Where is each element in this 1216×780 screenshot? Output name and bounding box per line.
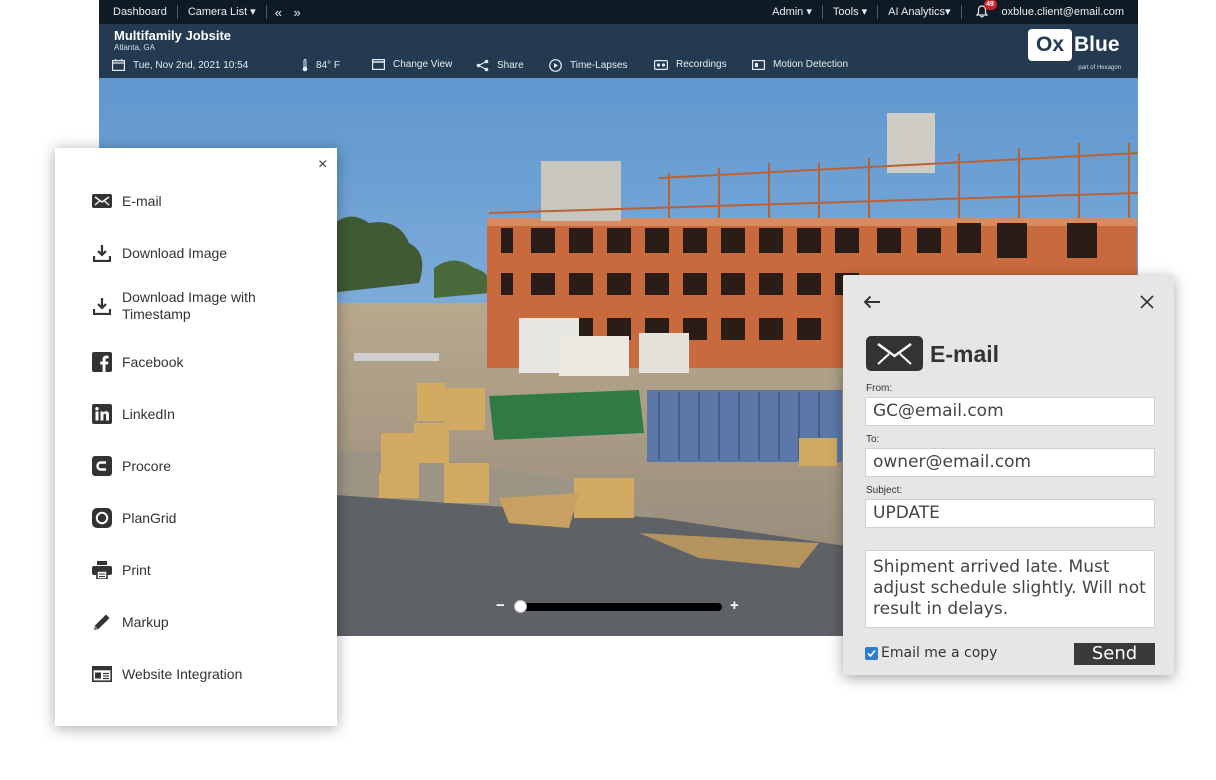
- nav-dashboard-link[interactable]: Dashboard: [99, 5, 178, 19]
- facebook-icon: [91, 351, 113, 373]
- share-label: Share: [497, 60, 524, 71]
- share-markup-item[interactable]: Markup: [91, 611, 311, 633]
- share-procore-item[interactable]: Procore: [91, 455, 311, 477]
- logo-blue-text: Blue: [1074, 33, 1120, 56]
- datetime-label: Tue, Nov 2nd, 2021 10:54: [133, 59, 249, 71]
- share-plangrid-item[interactable]: PlanGrid: [91, 507, 311, 529]
- share-facebook-item[interactable]: Facebook: [91, 351, 311, 373]
- notifications-button[interactable]: 49: [974, 0, 997, 19]
- linkedin-icon: [91, 403, 113, 425]
- zoom-in-button[interactable]: +: [730, 597, 739, 614]
- window-icon: [372, 59, 385, 70]
- share-procore-label: Procore: [122, 457, 172, 474]
- share-menu-close-button[interactable]: ×: [318, 156, 327, 174]
- nav-ai-analytics-dropdown[interactable]: AI Analytics▾: [878, 5, 962, 19]
- change-view-button[interactable]: Change View: [372, 59, 452, 70]
- thermometer-icon: [302, 59, 308, 72]
- close-icon: [1140, 295, 1154, 309]
- share-button[interactable]: Share: [476, 59, 524, 72]
- to-field[interactable]: owner@email.com: [865, 448, 1155, 477]
- download-icon: [91, 295, 113, 317]
- oxblue-logo: Ox Blue: [1028, 29, 1124, 63]
- email-dialog: E-mail From: GC@email.com To: owner@emai…: [843, 275, 1174, 675]
- pencil-icon: [91, 611, 113, 633]
- recording-icon: [654, 59, 668, 70]
- website-icon: [91, 663, 113, 685]
- checkmark-icon: [867, 649, 876, 658]
- time-lapses-button[interactable]: Time-Lapses: [549, 59, 627, 72]
- printer-icon: [91, 559, 113, 581]
- notification-count-badge: 49: [983, 0, 997, 10]
- play-circle-icon: [549, 59, 562, 72]
- share-download-timestamp-label: Download Image with Timestamp: [122, 289, 256, 322]
- to-label: To:: [866, 434, 880, 445]
- email-copy-checkbox[interactable]: [865, 647, 878, 660]
- nav-tools-dropdown[interactable]: Tools ▾: [823, 5, 879, 19]
- share-icon: [476, 59, 489, 72]
- change-view-label: Change View: [393, 59, 453, 70]
- share-download-image-item[interactable]: Download Image: [91, 242, 311, 264]
- procore-icon: [91, 455, 113, 477]
- temperature-label: 84° F: [316, 60, 341, 71]
- from-field[interactable]: GC@email.com: [865, 397, 1155, 426]
- user-account-menu[interactable]: oxblue.client@email.com: [1002, 5, 1138, 19]
- zoom-slider-track[interactable]: [518, 603, 722, 611]
- share-website-integration-item[interactable]: Website Integration: [91, 663, 311, 685]
- nav-camera-list-dropdown[interactable]: Camera List ▾: [178, 5, 267, 19]
- motion-detection-label: Motion Detection: [773, 59, 849, 70]
- share-download-image-label: Download Image: [122, 244, 228, 261]
- share-email-label: E-mail: [122, 192, 162, 209]
- arrow-left-icon: [863, 295, 880, 309]
- logo-ox-text: Ox: [1028, 29, 1072, 61]
- envelope-icon: [866, 336, 923, 371]
- subject-label: Subject:: [866, 485, 903, 496]
- email-dialog-close-button[interactable]: [1140, 295, 1154, 314]
- motion-detection-icon: [752, 59, 765, 70]
- zoom-out-button[interactable]: −: [496, 597, 505, 614]
- share-linkedin-label: LinkedIn: [122, 405, 175, 422]
- top-nav-bar: Dashboard Camera List ▾ « » Admin ▾ Tool…: [99, 0, 1138, 24]
- share-website-integration-label: Website Integration: [122, 665, 243, 682]
- share-print-label: Print: [122, 561, 151, 578]
- calendar-icon: [112, 59, 125, 71]
- message-textarea[interactable]: Shipment arrived late. Must adjust sched…: [865, 550, 1155, 628]
- zoom-slider-handle[interactable]: [514, 600, 527, 613]
- share-email-item[interactable]: E-mail: [91, 190, 311, 212]
- temperature-readout: 84° F: [302, 59, 340, 72]
- site-title: Multifamily Jobsite: [114, 28, 232, 43]
- envelope-icon: [91, 190, 113, 212]
- nav-admin-dropdown[interactable]: Admin ▾: [762, 5, 823, 19]
- share-facebook-label: Facebook: [122, 353, 184, 370]
- recordings-label: Recordings: [676, 59, 727, 70]
- email-copy-label[interactable]: Email me a copy: [881, 645, 997, 661]
- share-download-timestamp-item[interactable]: Download Image with Timestamp: [91, 289, 311, 323]
- back-button[interactable]: [863, 295, 881, 314]
- zoom-control: − +: [496, 597, 741, 614]
- share-plangrid-label: PlanGrid: [122, 509, 177, 526]
- nav-camera-arrows[interactable]: « »: [267, 5, 313, 20]
- recordings-button[interactable]: Recordings: [654, 59, 727, 70]
- site-location: Atlanta, GA: [114, 43, 155, 52]
- logo-tagline: part of Hexagon: [1078, 65, 1121, 71]
- share-menu-panel: × E-mail Download Image Download Image w…: [55, 148, 337, 726]
- download-icon: [91, 242, 113, 264]
- send-button[interactable]: Send: [1074, 643, 1155, 665]
- share-print-item[interactable]: Print: [91, 559, 311, 581]
- plangrid-icon: [91, 507, 113, 529]
- time-lapses-label: Time-Lapses: [570, 60, 628, 71]
- motion-detection-button[interactable]: Motion Detection: [752, 59, 848, 70]
- subject-field[interactable]: UPDATE: [865, 499, 1155, 528]
- share-markup-label: Markup: [122, 613, 169, 630]
- email-dialog-title: E-mail: [930, 341, 1000, 367]
- share-linkedin-item[interactable]: LinkedIn: [91, 403, 311, 425]
- datetime-picker[interactable]: Tue, Nov 2nd, 2021 10:54: [112, 59, 248, 71]
- from-label: From:: [866, 383, 893, 394]
- camera-header: Multifamily Jobsite Atlanta, GA Tue, Nov…: [99, 24, 1138, 78]
